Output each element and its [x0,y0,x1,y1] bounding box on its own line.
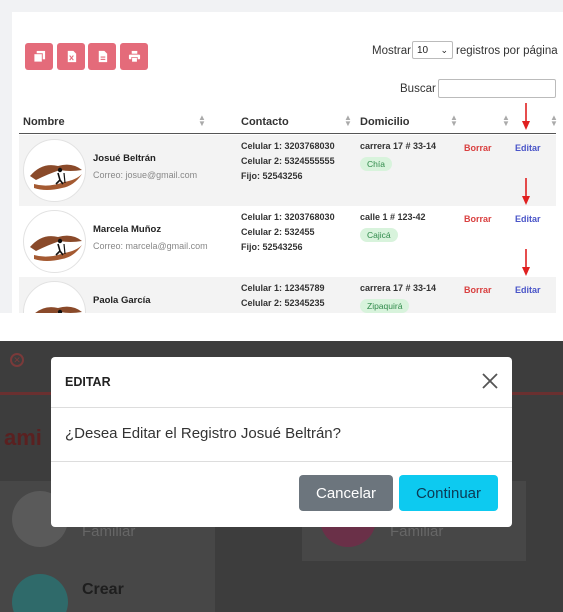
continue-button[interactable]: Continuar [399,475,498,511]
search-input[interactable] [438,79,556,98]
copy-button[interactable] [25,43,53,70]
modal-panel: ✕ ami Familiar Familiar Crear EDITAR ¿De… [0,341,563,612]
cancel-button[interactable]: Cancelar [299,475,393,511]
table-row: Paola García Celular 1: 12345789 Celular… [19,277,556,313]
table-row: Josué Beltrán Correo: josue@gmail.com Ce… [19,135,556,206]
address-text: carrera 17 # 33-14 [360,283,437,293]
chevron-down-icon: ⌄ [440,45,448,55]
edit-link[interactable]: Editar [515,285,541,295]
edit-link[interactable]: Editar [515,214,541,224]
arrow-down-icon [522,178,530,205]
excel-icon [67,50,76,63]
sort-icon: ▲ ▼ [344,113,352,128]
print-icon [128,50,140,63]
length-label-before: Mostrar [372,45,411,57]
delete-link[interactable]: Borrar [464,285,492,295]
contact-line: Celular 2: 52345235 [241,298,325,308]
modal-message: ¿Desea Editar el Registro Josué Beltrán? [65,425,341,442]
city-badge: Cajicá [360,228,398,242]
avatar [23,281,86,313]
search-label: Buscar [400,83,436,95]
table-row: Marcela Muñoz Correo: marcela@gmail.com … [19,206,556,277]
length-label-after: registros por página [456,45,558,57]
city-badge: Zipaquirá [360,299,410,313]
contact-line: Celular 2: 5324555555 [241,156,335,166]
contact-line: Celular 2: 532455 [241,227,315,237]
city-badge: Chía [360,157,392,171]
person-email: Correo: josue@gmail.com [93,170,198,180]
header-divider [19,133,556,134]
contact-line: Celular 1: 3203768030 [241,141,335,151]
page-length-select[interactable]: 10 ⌄ [412,41,453,59]
table-card: Mostrar 10 ⌄ registros por página Buscar… [12,12,563,313]
pdf-button[interactable] [88,43,116,70]
delete-link[interactable]: Borrar [464,143,492,153]
elderly-care-hands-icon [30,235,82,261]
avatar [23,210,86,273]
delete-link[interactable]: Borrar [464,214,492,224]
sort-icon: ▲ ▼ [550,113,558,128]
elderly-care-hands-icon [35,306,82,313]
print-button[interactable] [120,43,148,70]
person-email: Correo: marcela@gmail.com [93,241,208,251]
column-header-domicilio[interactable]: Domicilio [360,116,410,128]
column-header-contacto[interactable]: Contacto [241,116,289,128]
edit-confirm-dialog: EDITAR ¿Desea Editar el Registro Josué B… [51,357,512,527]
address-text: carrera 17 # 33-14 [360,141,437,151]
elderly-care-hands-icon [30,164,82,190]
address-text: calle 1 # 123-42 [360,212,426,222]
edit-link[interactable]: Editar [515,143,541,153]
page-length-value: 10 [417,44,429,56]
person-name: Marcela Muñoz [93,224,162,235]
avatar [23,139,86,202]
close-icon[interactable] [481,372,499,390]
contact-line: Celular 1: 12345789 [241,283,325,293]
excel-button[interactable] [57,43,85,70]
panel-separator [0,313,563,341]
person-name: Josué Beltrán [93,153,156,164]
sort-icon: ▲ ▼ [198,113,206,128]
arrow-down-icon [522,249,530,276]
column-header-nombre[interactable]: Nombre [23,116,65,128]
contact-line: Fijo: 52543256 [241,242,303,252]
pdf-icon [98,50,107,63]
modal-title: EDITAR [65,375,111,389]
contact-line: Fijo: 52543256 [241,171,303,181]
contact-line: Celular 1: 3203768030 [241,212,335,222]
arrow-down-icon [522,103,530,130]
table-panel: Mostrar 10 ⌄ registros por página Buscar… [0,0,563,313]
modal-header-divider [51,407,512,408]
sort-icon: ▲ ▼ [450,113,458,128]
sort-icon: ▲ ▼ [502,113,510,128]
screenshot-composite: Mostrar 10 ⌄ registros por página Buscar… [0,0,563,612]
copy-icon [32,50,45,63]
modal-footer-divider [51,461,512,462]
person-name: Paola García [93,295,151,306]
